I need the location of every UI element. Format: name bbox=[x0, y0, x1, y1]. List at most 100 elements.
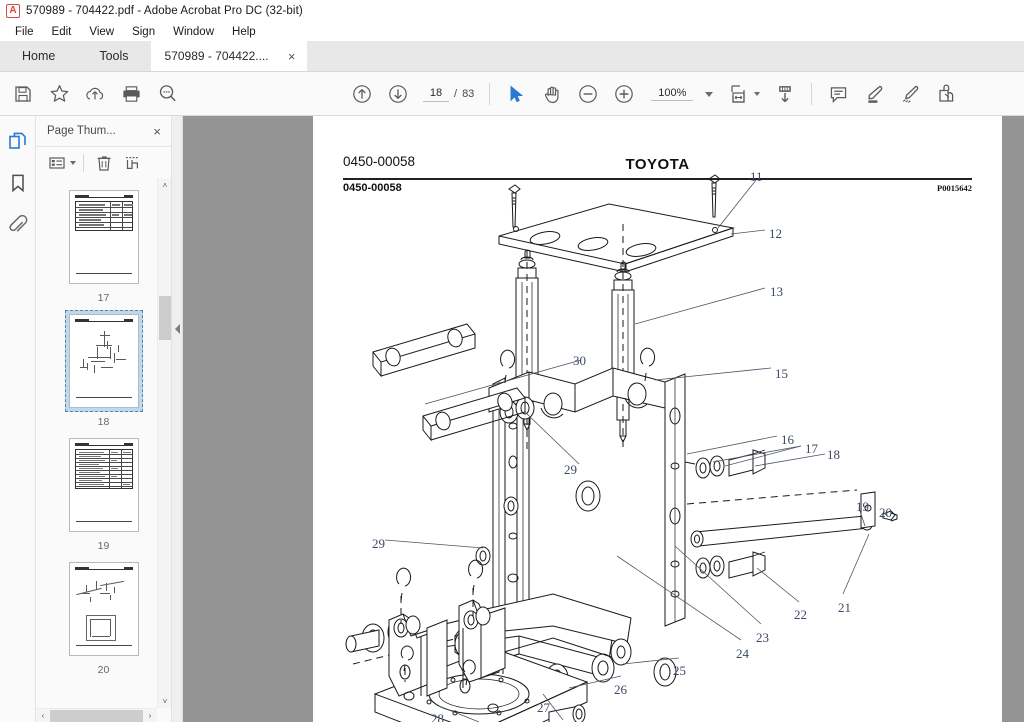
main-body: Page Thum... × 17 18 19 20 ˄ ˅ ‹ › 0450-… bbox=[0, 116, 1024, 722]
tab-home[interactable]: Home bbox=[0, 41, 78, 71]
hand-icon[interactable] bbox=[535, 77, 569, 111]
page-thumbnail[interactable] bbox=[68, 438, 139, 532]
tab-strip: Home Tools 570989 - 704422.... × bbox=[0, 41, 1024, 72]
list-item[interactable]: 20 bbox=[36, 558, 171, 676]
bookmarks-icon[interactable] bbox=[3, 168, 33, 198]
callout-13: 13 bbox=[770, 284, 783, 299]
callout-29-upper: 29 bbox=[564, 462, 577, 477]
page-thumbnail[interactable] bbox=[68, 562, 139, 656]
exploded-view-diagram bbox=[345, 174, 898, 722]
thumbnails-vertical-scrollbar[interactable]: ˄ ˅ bbox=[157, 178, 171, 708]
document-viewport[interactable]: 0450-00058 TOYOTA 0450-00058 P0015642 11… bbox=[183, 116, 1024, 722]
pdf-page: 0450-00058 TOYOTA 0450-00058 P0015642 11… bbox=[313, 116, 1002, 722]
toolbar-divider-2 bbox=[811, 83, 812, 105]
main-toolbar: 18 / 83 100% bbox=[0, 72, 1024, 116]
page-thumbnails-panel: Page Thum... × 17 18 19 20 ˄ ˅ ‹ › bbox=[36, 116, 172, 722]
page-thumbnails-icon[interactable] bbox=[3, 126, 33, 156]
thumbnails-list[interactable]: 17 18 19 20 bbox=[36, 178, 171, 722]
callout-21: 21 bbox=[838, 600, 851, 615]
scrollbar-thumb[interactable] bbox=[159, 296, 171, 340]
scrollbar-thumb[interactable] bbox=[50, 709, 143, 722]
previous-page-icon[interactable] bbox=[345, 77, 379, 111]
toolbar-left-group bbox=[0, 77, 184, 111]
thumbnails-horizontal-scrollbar[interactable]: ‹ › bbox=[36, 708, 157, 722]
callout-25: 25 bbox=[673, 663, 686, 678]
scroll-left-icon[interactable]: ‹ bbox=[36, 709, 50, 722]
thumbnails-divider bbox=[83, 153, 84, 172]
delete-pages-icon[interactable] bbox=[91, 151, 117, 175]
callout-19: 19 bbox=[856, 499, 869, 514]
menu-help[interactable]: Help bbox=[223, 22, 265, 42]
toolbar-divider-1 bbox=[489, 83, 491, 105]
chevron-down-icon[interactable] bbox=[705, 91, 714, 97]
callout-11: 11 bbox=[750, 169, 763, 184]
page-number-label: 20 bbox=[97, 664, 110, 676]
attachments-icon[interactable] bbox=[3, 210, 33, 240]
extract-pages-icon[interactable] bbox=[119, 151, 145, 175]
title-bar: 570989 - 704422.pdf - Adobe Acrobat Pro … bbox=[0, 0, 1024, 22]
highlighter-icon[interactable] bbox=[857, 77, 891, 111]
thumbnails-title: Page Thum... bbox=[47, 125, 116, 137]
fit-options-chevron-icon[interactable] bbox=[754, 92, 760, 96]
list-item[interactable]: 18 bbox=[36, 310, 171, 428]
callout-18: 18 bbox=[827, 447, 840, 462]
list-item[interactable]: 19 bbox=[36, 434, 171, 552]
star-icon[interactable] bbox=[42, 77, 76, 111]
menu-sign[interactable]: Sign bbox=[123, 22, 164, 42]
close-icon[interactable]: × bbox=[153, 125, 161, 138]
callout-23: 23 bbox=[756, 630, 769, 645]
page-number-input[interactable]: 18 bbox=[423, 86, 449, 102]
callout-29-lower: 29 bbox=[372, 536, 385, 551]
menu-window[interactable]: Window bbox=[164, 22, 223, 42]
menu-file[interactable]: File bbox=[6, 22, 43, 42]
thumbnail-size-chevron-icon[interactable] bbox=[70, 160, 76, 165]
menu-bar: File Edit View Sign Window Help bbox=[0, 22, 1024, 42]
upload-cloud-icon[interactable] bbox=[78, 77, 112, 111]
page-navigation: 18 / 83 bbox=[423, 86, 474, 102]
pdf-file-icon bbox=[6, 3, 20, 18]
next-page-icon[interactable] bbox=[381, 77, 415, 111]
print-icon[interactable] bbox=[114, 77, 148, 111]
zoom-in-icon[interactable] bbox=[607, 77, 641, 111]
thumbnails-header: Page Thum... × bbox=[36, 116, 171, 146]
page-number-label: 17 bbox=[97, 292, 110, 304]
toolbar-navigation-group: 18 / 83 100% bbox=[345, 72, 714, 116]
scroll-up-icon[interactable]: ˄ bbox=[158, 178, 172, 192]
thumbnails-toolbar bbox=[36, 146, 171, 178]
callout-28: 28 bbox=[431, 711, 444, 722]
tab-strip-filler bbox=[306, 41, 1024, 71]
fit-page-icon[interactable] bbox=[722, 77, 756, 111]
scroll-right-icon[interactable]: › bbox=[143, 709, 157, 722]
zoom-control[interactable]: 100% bbox=[651, 87, 714, 101]
page-thumbnail[interactable] bbox=[68, 190, 139, 284]
comment-icon[interactable] bbox=[821, 77, 855, 111]
search-icon[interactable] bbox=[150, 77, 184, 111]
callout-27: 27 bbox=[537, 700, 550, 715]
tab-document[interactable]: 570989 - 704422.... × bbox=[150, 41, 307, 71]
zoom-level[interactable]: 100% bbox=[651, 87, 694, 101]
scroll-mode-icon[interactable] bbox=[768, 77, 802, 111]
callout-12: 12 bbox=[769, 226, 782, 241]
menu-view[interactable]: View bbox=[80, 22, 123, 42]
page-thumbnail[interactable] bbox=[68, 314, 139, 408]
save-icon[interactable] bbox=[6, 77, 40, 111]
callout-30: 30 bbox=[573, 353, 586, 368]
tab-tools[interactable]: Tools bbox=[77, 41, 151, 71]
callout-22: 22 bbox=[794, 607, 807, 622]
callout-20: 20 bbox=[879, 505, 892, 520]
collapse-sidebar-handle[interactable] bbox=[172, 116, 183, 722]
callout-17: 17 bbox=[805, 441, 818, 456]
toolbar-right-group bbox=[722, 72, 963, 116]
callout-24: 24 bbox=[736, 646, 749, 661]
zoom-out-icon[interactable] bbox=[571, 77, 605, 111]
thumbnail-size-icon[interactable] bbox=[44, 151, 70, 175]
cursor-icon[interactable] bbox=[499, 77, 533, 111]
scroll-down-icon[interactable]: ˅ bbox=[158, 694, 172, 708]
list-item[interactable]: 17 bbox=[36, 186, 171, 304]
tab-document-label: 570989 - 704422.... bbox=[164, 49, 269, 63]
page-separator: / bbox=[454, 88, 458, 100]
close-icon[interactable]: × bbox=[285, 50, 299, 63]
stamp-icon[interactable] bbox=[929, 77, 963, 111]
menu-edit[interactable]: Edit bbox=[43, 22, 81, 42]
pen-icon[interactable] bbox=[893, 77, 927, 111]
